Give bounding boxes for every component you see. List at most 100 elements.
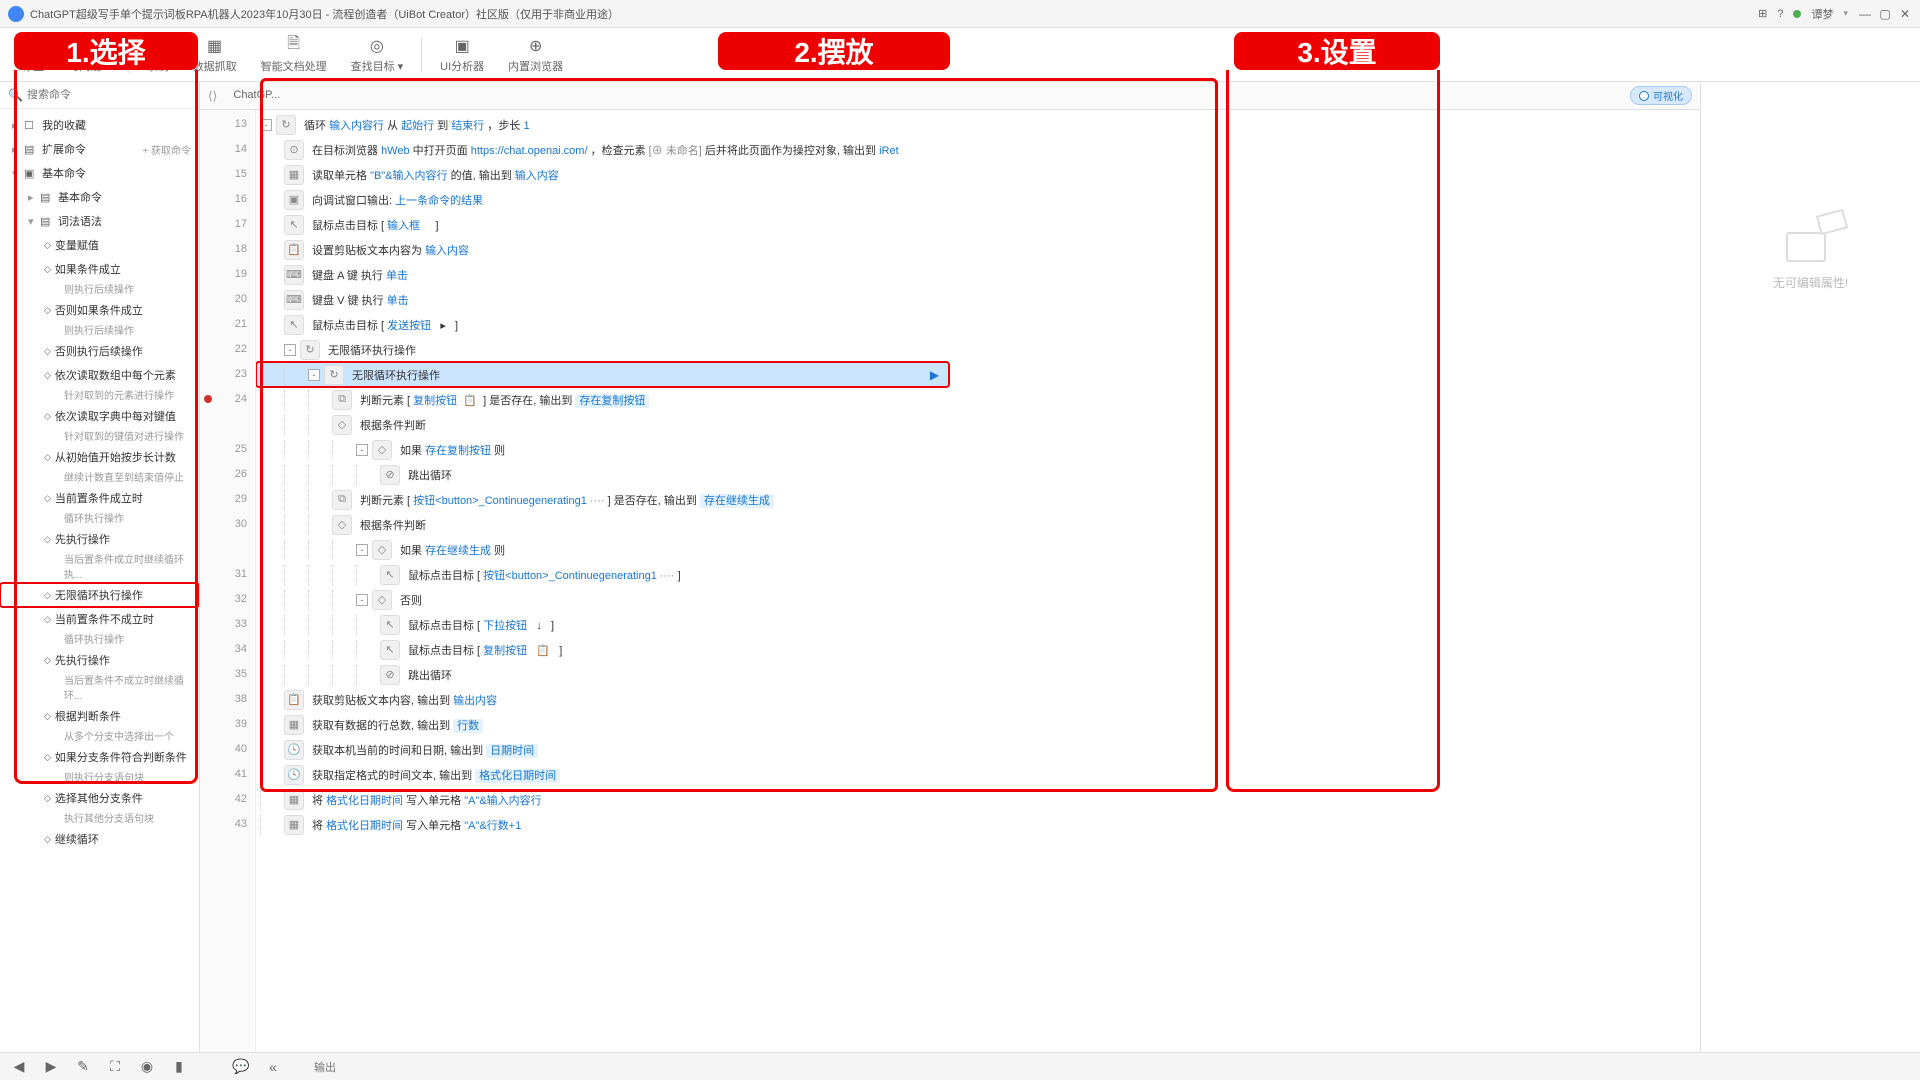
collapse-icon[interactable]: « bbox=[262, 1056, 284, 1078]
line-number[interactable]: 14 bbox=[200, 137, 247, 162]
tree-item[interactable]: ◇从初始值开始按步长计数 bbox=[0, 445, 199, 469]
tool-智能文档处理[interactable]: 🗎智能文档处理 bbox=[249, 32, 339, 78]
line-number[interactable]: 40 bbox=[200, 737, 247, 762]
close-button[interactable]: ✕ bbox=[1898, 7, 1912, 21]
user-name[interactable]: 谭梦 bbox=[1811, 6, 1833, 22]
tree-item[interactable]: ◇根据判断条件 bbox=[0, 704, 199, 728]
tree-item[interactable]: ◇否则执行后续操作 bbox=[0, 339, 199, 363]
line-number[interactable]: 32 bbox=[200, 587, 247, 612]
tree-item[interactable]: ◇依次读取字典中每对键值 bbox=[0, 404, 199, 428]
breakpoint-icon[interactable] bbox=[204, 395, 212, 403]
tree-item[interactable]: ▸☐我的收藏 bbox=[0, 113, 199, 137]
line-number[interactable]: 39 bbox=[200, 712, 247, 737]
line-number[interactable]: 38 bbox=[200, 687, 247, 712]
line-number[interactable]: 41 bbox=[200, 762, 247, 787]
code-line[interactable]: ↖鼠标点击目标 [ 发送按钮 ▸ ] bbox=[256, 312, 1700, 337]
tree-item[interactable]: ◇当前置条件成立时 bbox=[0, 486, 199, 510]
line-number[interactable]: 42 bbox=[200, 787, 247, 812]
expand-icon[interactable]: ▾ bbox=[28, 215, 38, 228]
nav-back-button[interactable]: ◀ bbox=[8, 1056, 30, 1078]
line-number[interactable]: 23 bbox=[200, 362, 247, 387]
visual-toggle[interactable]: 可视化 bbox=[1630, 86, 1692, 105]
line-number[interactable]: 35 bbox=[200, 662, 247, 687]
fold-icon[interactable]: - bbox=[308, 369, 320, 381]
code-line[interactable]: ↖鼠标点击目标 [ 下拉按钮 ↓ ] bbox=[256, 612, 1700, 637]
get-commands-link[interactable]: + 获取命令 bbox=[142, 142, 191, 157]
line-number[interactable]: 22 bbox=[200, 337, 247, 362]
fold-icon[interactable]: - bbox=[284, 344, 296, 356]
code-line[interactable]: 📋设置剪贴板文本内容为 输入内容 bbox=[256, 237, 1700, 262]
tree-item[interactable]: ▸▤扩展命令+ 获取命令 bbox=[0, 137, 199, 161]
line-number[interactable]: 29 bbox=[200, 487, 247, 512]
tool-时间线[interactable]: ⧗时间线 ▾ bbox=[56, 32, 122, 78]
tool-数据抓取[interactable]: ▦数据抓取 bbox=[181, 32, 249, 78]
fullscreen-icon[interactable]: ⛶ bbox=[104, 1056, 126, 1078]
code-line[interactable]: -◇如果 存在继续生成 则 bbox=[256, 537, 1700, 562]
edit-icon[interactable]: ✎ bbox=[72, 1056, 94, 1078]
line-number[interactable]: 30 bbox=[200, 512, 247, 537]
line-number[interactable]: 33 bbox=[200, 612, 247, 637]
code-line[interactable]: -◇如果 存在复制按钮 则 bbox=[256, 437, 1700, 462]
help-icon[interactable]: ? bbox=[1777, 8, 1783, 20]
line-number[interactable]: 18 bbox=[200, 237, 247, 262]
expand-icon[interactable]: ▸ bbox=[28, 191, 38, 204]
line-number[interactable]: 20 bbox=[200, 287, 247, 312]
tab-chatgpt[interactable]: ChatGP... bbox=[223, 85, 290, 107]
grid-icon[interactable]: ⊞ bbox=[1758, 7, 1767, 20]
line-number[interactable]: 16 bbox=[200, 187, 247, 212]
minimize-button[interactable]: — bbox=[1858, 7, 1872, 21]
tree-item[interactable]: ◇先执行操作 bbox=[0, 648, 199, 672]
tool-停止[interactable]: ⦸停止 bbox=[10, 32, 56, 78]
line-number[interactable]: 43 bbox=[200, 812, 247, 837]
tree-item[interactable]: ◇选择其他分支条件 bbox=[0, 786, 199, 810]
code-line[interactable]: ⊘跳出循环 bbox=[256, 662, 1700, 687]
code-line[interactable]: ▦将 格式化日期时间 写入单元格 "A"&输入内容行 bbox=[256, 787, 1700, 812]
code-line[interactable]: ↖鼠标点击目标 [ 按钮<button>_Continuegenerating1… bbox=[256, 562, 1700, 587]
expand-icon[interactable]: ▸ bbox=[12, 143, 22, 156]
tree-item[interactable]: ◇继续循环 bbox=[0, 827, 199, 851]
code-line[interactable]: 🕓获取指定格式的时间文本, 输出到 格式化日期时间 bbox=[256, 762, 1700, 787]
code-line[interactable]: ▦将 格式化日期时间 写入单元格 "A"&行数+1 bbox=[256, 812, 1700, 837]
tree-item[interactable]: ◇无限循环执行操作 bbox=[0, 583, 199, 607]
line-number[interactable]: 17 bbox=[200, 212, 247, 237]
tree-item[interactable]: ▸▤基本命令 bbox=[0, 185, 199, 209]
fold-icon[interactable]: - bbox=[356, 544, 368, 556]
expand-icon[interactable]: ▸ bbox=[12, 119, 22, 132]
code-line[interactable]: ▣向调试窗口输出: 上一条命令的结果 bbox=[256, 187, 1700, 212]
code-line[interactable]: ◇根据条件判断 bbox=[256, 512, 1700, 537]
fold-icon[interactable]: - bbox=[260, 119, 272, 131]
fold-icon[interactable]: - bbox=[356, 444, 368, 456]
code-line[interactable]: ↖鼠标点击目标 [ 复制按钮 📋 ] bbox=[256, 637, 1700, 662]
code-line[interactable]: ⊙在目标浏览器 hWeb 中打开页面 https://chat.openai.c… bbox=[256, 137, 1700, 162]
tree-item[interactable]: ▾▣基本命令 bbox=[0, 161, 199, 185]
tool-查找目标[interactable]: ◎查找目标 ▾ bbox=[339, 32, 416, 78]
code-line[interactable]: ⌨键盘 V 键 执行 单击 bbox=[256, 287, 1700, 312]
code-line[interactable]: 🕓获取本机当前的时间和日期, 输出到 日期时间 bbox=[256, 737, 1700, 762]
code-line[interactable]: ⧉判断元素 [ 按钮<button>_Continuegenerating1 ·… bbox=[256, 487, 1700, 512]
code-line[interactable]: -↻循环 输入内容行 从 起始行 到 结束行 ，步长 1 bbox=[256, 112, 1700, 137]
code-line[interactable]: ⊘跳出循环 bbox=[256, 462, 1700, 487]
user-dropdown-icon[interactable]: ▾ bbox=[1843, 8, 1848, 19]
tree-item[interactable]: ◇变量赋值 bbox=[0, 233, 199, 257]
line-number[interactable]: 25 bbox=[200, 437, 247, 462]
fold-icon[interactable]: - bbox=[356, 594, 368, 606]
code-line[interactable]: ⧉判断元素 [ 复制按钮 📋 ] 是否存在, 输出到 存在复制按钮 bbox=[256, 387, 1700, 412]
search-input[interactable] bbox=[27, 89, 191, 101]
tool-UI分析器[interactable]: ▣UI分析器 bbox=[428, 32, 496, 78]
line-number[interactable]: 15 bbox=[200, 162, 247, 187]
tool-内置浏览器[interactable]: ⊕内置浏览器 bbox=[496, 32, 575, 78]
code-line[interactable]: ↖鼠标点击目标 [ 输入框 ] bbox=[256, 212, 1700, 237]
tree-item[interactable]: ◇如果分支条件符合判断条件 bbox=[0, 745, 199, 769]
code-line[interactable]: ▦读取单元格 "B"&输入内容行 的值, 输出到 输入内容 bbox=[256, 162, 1700, 187]
output-label[interactable]: 输出 bbox=[314, 1059, 336, 1075]
line-number[interactable] bbox=[200, 537, 247, 562]
code-line[interactable]: 📋获取剪贴板文本内容, 输出到 输出内容 bbox=[256, 687, 1700, 712]
tool-录制[interactable]: ◉录制 bbox=[135, 32, 181, 78]
chat-icon[interactable]: 💬 bbox=[230, 1056, 252, 1078]
code-line[interactable]: -◇否则 bbox=[256, 587, 1700, 612]
code-line[interactable]: -↻无限循环执行操作 bbox=[256, 337, 1700, 362]
line-number[interactable]: 21 bbox=[200, 312, 247, 337]
camera-icon[interactable]: ▮ bbox=[168, 1056, 190, 1078]
line-number[interactable]: 26 bbox=[200, 462, 247, 487]
line-number[interactable]: 34 bbox=[200, 637, 247, 662]
